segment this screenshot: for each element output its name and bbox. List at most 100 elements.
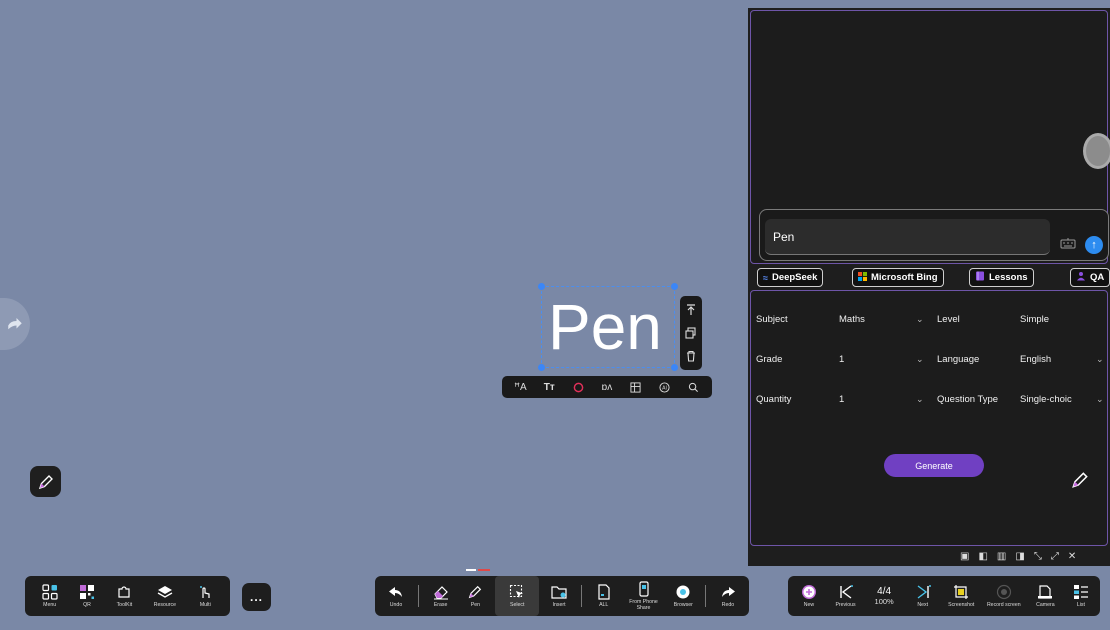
screenshot-button[interactable]: Screenshot <box>946 576 976 616</box>
resize-handle[interactable] <box>671 283 678 290</box>
split-icon[interactable]: ▥ <box>997 551 1006 562</box>
camera-button[interactable]: Camera <box>1031 576 1059 616</box>
floating-assistive-button[interactable] <box>1083 133 1110 169</box>
insert-button[interactable]: Insert <box>544 576 574 616</box>
subject-select[interactable]: Maths <box>839 314 865 325</box>
left-toolbar: Menu QR ToolKit Resource Multi <box>25 576 230 616</box>
from-phone-share-button[interactable]: From Phone Share <box>624 576 664 616</box>
keyboard-icon[interactable] <box>1060 237 1076 249</box>
chip-deepseek[interactable]: ≈ DeepSeek <box>757 268 824 287</box>
undo-button[interactable]: Undo <box>381 576 411 616</box>
browser-button[interactable]: Browser <box>668 576 698 616</box>
level-select[interactable]: Simple <box>1020 314 1049 325</box>
language-label: Language <box>937 354 980 365</box>
ai-prompt-input[interactable] <box>765 219 1050 255</box>
page-toolbar: New Previous 4/4 100% Next Screenshot Re… <box>788 576 1100 616</box>
duplicate-icon[interactable] <box>684 326 698 340</box>
shrink-icon[interactable]: ⤡ <box>1034 551 1042 562</box>
generate-button[interactable]: Generate <box>884 454 984 477</box>
qr-code-icon <box>80 585 95 599</box>
camera-icon <box>1038 585 1053 599</box>
language-select[interactable]: English <box>1020 354 1051 365</box>
more-button[interactable]: ... <box>242 583 271 611</box>
dock-left-icon[interactable]: ◧ <box>978 551 987 562</box>
panel-pen-icon[interactable] <box>1070 470 1090 490</box>
expand-icon[interactable]: ⤢ <box>1051 551 1059 562</box>
redo-button[interactable]: Redo <box>713 576 743 616</box>
delete-icon[interactable] <box>684 349 698 363</box>
next-page-button[interactable]: Next <box>910 576 936 616</box>
windows-logo-icon <box>858 271 867 284</box>
zoom-level-text: 100% <box>874 597 894 606</box>
bring-to-top-icon[interactable] <box>684 303 698 317</box>
chip-qa[interactable]: QA <box>1070 268 1110 287</box>
center-toolbar: Undo Erase Pen Select Insert ALL From Ph… <box>375 576 749 616</box>
quantity-select[interactable]: 1 <box>839 394 844 405</box>
font-size-icon[interactable]: Tт <box>542 380 556 394</box>
multi-touch-icon <box>200 586 210 598</box>
add-page-icon <box>802 585 816 599</box>
next-icon <box>917 585 931 599</box>
chevron-down-icon[interactable]: ⌄ <box>916 394 924 405</box>
chevron-down-icon[interactable]: ⌄ <box>916 354 924 365</box>
toolkit-icon <box>118 586 130 598</box>
qr-button[interactable]: QR <box>79 576 95 616</box>
pen-button[interactable]: Pen <box>460 576 490 616</box>
text-format-toolbar: ꟸA Tт ɒʌ AI <box>502 376 712 398</box>
new-page-button[interactable]: New <box>796 576 822 616</box>
pen-icon <box>469 585 482 599</box>
menu-button[interactable]: Menu <box>42 576 58 616</box>
people-icon <box>1076 271 1086 284</box>
page-number-text: 4/4 <box>877 586 892 597</box>
floating-pen-button[interactable] <box>30 466 61 497</box>
question-generator-form <box>750 290 1108 546</box>
color-icon[interactable] <box>571 380 585 394</box>
resize-handle[interactable] <box>538 364 545 371</box>
record-screen-button[interactable]: Record screen <box>987 576 1021 616</box>
erase-button[interactable]: Erase <box>426 576 456 616</box>
page-indicator-dash-active <box>478 569 490 571</box>
browser-icon <box>676 585 690 599</box>
fit-icon[interactable]: ▣ <box>960 551 969 562</box>
canvas-text-object[interactable]: Pen <box>548 288 662 366</box>
insert-folder-icon <box>551 586 567 599</box>
screenshot-icon <box>954 585 969 599</box>
list-button[interactable]: List <box>1070 576 1092 616</box>
toolkit-button[interactable]: ToolKit <box>116 576 132 616</box>
send-button[interactable]: ↑ <box>1085 236 1103 254</box>
search-icon[interactable] <box>686 380 700 394</box>
previous-page-button[interactable]: Previous <box>833 576 859 616</box>
select-button[interactable]: Select <box>495 576 540 616</box>
chevron-down-icon[interactable]: ⌄ <box>1096 354 1104 365</box>
grade-select[interactable]: 1 <box>839 354 844 365</box>
resource-button[interactable]: Resource <box>154 576 176 616</box>
phone-icon <box>638 581 649 597</box>
multi-button[interactable]: Multi <box>197 576 213 616</box>
text-recognize-icon[interactable]: ꟸA <box>513 380 527 394</box>
chevron-down-icon[interactable]: ⌄ <box>916 314 924 325</box>
close-icon[interactable]: ✕ <box>1068 551 1076 562</box>
resize-handle[interactable] <box>671 364 678 371</box>
undo-icon <box>389 587 402 597</box>
panel-layout-controls: ▣ ◧ ▥ ◨ ⤡ ⤢ ✕ <box>960 549 1110 563</box>
previous-icon <box>839 585 853 599</box>
ai-icon[interactable]: AI <box>658 380 672 394</box>
chevron-down-icon[interactable]: ⌄ <box>1096 394 1104 405</box>
divider <box>580 585 582 607</box>
list-icon <box>1073 585 1088 599</box>
page-counter: 4/4 100% <box>869 576 899 616</box>
dock-right-icon[interactable]: ◨ <box>1015 551 1024 562</box>
chip-microsoft-bing[interactable]: Microsoft Bing <box>852 268 944 287</box>
resize-handle[interactable] <box>538 283 545 290</box>
subject-label: Subject <box>756 314 788 325</box>
question-type-label: Question Type <box>937 394 999 405</box>
question-type-select[interactable]: Single-choic <box>1020 394 1072 405</box>
table-icon[interactable] <box>629 380 643 394</box>
object-actions-vertical <box>680 296 702 370</box>
all-button[interactable]: ALL <box>589 576 619 616</box>
redo-icon <box>721 587 735 597</box>
level-label: Level <box>937 314 960 325</box>
select-icon <box>510 584 524 598</box>
handwriting-icon[interactable]: ɒʌ <box>600 380 614 394</box>
chip-lessons[interactable]: Lessons <box>969 268 1034 287</box>
